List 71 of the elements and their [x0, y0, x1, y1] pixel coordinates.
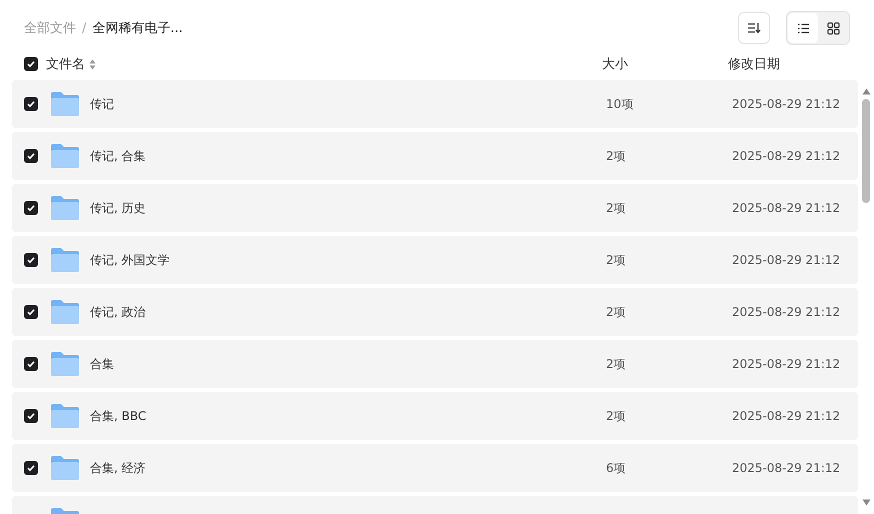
checkmark-icon	[26, 99, 36, 109]
sort-button[interactable]	[738, 12, 770, 44]
folder-icon	[50, 455, 80, 481]
modified-date: 2025-08-29 21:12	[732, 97, 842, 111]
folder-icon	[50, 351, 80, 377]
checkbox[interactable]	[24, 409, 38, 423]
folder-icon	[50, 247, 80, 273]
checkbox[interactable]	[24, 57, 38, 71]
scroll-up-icon[interactable]	[862, 88, 870, 95]
column-header[interactable]: 大小	[602, 55, 728, 73]
checkbox[interactable]	[24, 97, 38, 111]
checkmark-icon	[26, 359, 36, 369]
sort-arrows-icon	[89, 58, 96, 70]
file-row[interactable]: 传记, 外国文学 2项 2025-08-29 21:12	[12, 236, 858, 284]
file-row[interactable]: 传记, 合集 2项 2025-08-29 21:12	[12, 132, 858, 180]
checkbox[interactable]	[24, 149, 38, 163]
scrollbar-thumb[interactable]	[862, 99, 870, 203]
file-name: 传记	[90, 96, 115, 112]
scroll-down-icon[interactable]	[862, 499, 870, 506]
file-row[interactable]: 合集, 经济 6项 2025-08-29 21:12	[12, 444, 858, 492]
folder-icon	[50, 299, 80, 325]
modified-date: 2025-08-29 21:12	[732, 201, 842, 215]
checkmark-icon	[26, 411, 36, 421]
file-name: 合集, 经济	[90, 460, 147, 476]
file-name: 传记, 历史	[90, 200, 147, 216]
column-header[interactable]: 文件名	[46, 55, 85, 73]
folder-icon	[50, 403, 80, 429]
file-size: 2项	[606, 200, 627, 216]
file-row[interactable]: 合集 2项 2025-08-29 21:12	[12, 340, 858, 388]
file-size: 2项	[606, 148, 627, 164]
column-header[interactable]: 修改日期	[728, 55, 854, 73]
file-row[interactable]: 传记, 政治 2项 2025-08-29 21:12	[12, 288, 858, 336]
file-size: 2项	[606, 304, 627, 320]
file-row[interactable]: 传记, 历史 2项 2025-08-29 21:12	[12, 184, 858, 232]
checkmark-icon	[26, 59, 36, 69]
file-size: 6项	[606, 460, 627, 476]
modified-date: 2025-08-29 21:12	[732, 253, 842, 267]
file-name: 传记, 合集	[90, 148, 147, 164]
file-size: 10项	[606, 96, 634, 112]
checkmark-icon	[26, 307, 36, 317]
file-name: 传记, 政治	[90, 304, 147, 320]
checkbox[interactable]	[24, 305, 38, 319]
modified-date: 2025-08-29 21:12	[732, 357, 842, 371]
checkmark-icon	[26, 255, 36, 265]
folder-icon	[50, 91, 80, 117]
file-size: 2项	[606, 408, 627, 424]
checkmark-icon	[26, 463, 36, 473]
file-size: 2项	[606, 252, 627, 268]
file-name: 传记, 外国文学	[90, 252, 171, 268]
checkbox[interactable]	[24, 357, 38, 371]
checkbox[interactable]	[24, 201, 38, 215]
file-size: 2项	[606, 356, 627, 372]
folder-icon	[50, 195, 80, 221]
modified-date: 2025-08-29 21:12	[732, 305, 842, 319]
checkbox[interactable]	[24, 253, 38, 267]
checkmark-icon	[26, 151, 36, 161]
checkmark-icon	[26, 203, 36, 213]
list-icon	[796, 22, 810, 34]
modified-date: 2025-08-29 21:12	[732, 461, 842, 475]
modified-date: 2025-08-29 21:12	[732, 149, 842, 163]
file-row[interactable]: 传记 10项 2025-08-29 21:12	[12, 80, 858, 128]
grid-icon	[826, 22, 840, 34]
file-name: 合集	[90, 356, 115, 372]
modified-date: 2025-08-29 21:12	[732, 409, 842, 423]
sort-icon	[747, 22, 761, 34]
folder-icon	[50, 143, 80, 169]
file-name: 合集, BBC	[90, 408, 148, 424]
file-row[interactable]: 合集, BBC 2项 2025-08-29 21:12	[12, 392, 858, 440]
breadcrumb-separator: /	[82, 20, 86, 36]
checkbox[interactable]	[24, 461, 38, 475]
list-view-button[interactable]	[788, 13, 818, 43]
